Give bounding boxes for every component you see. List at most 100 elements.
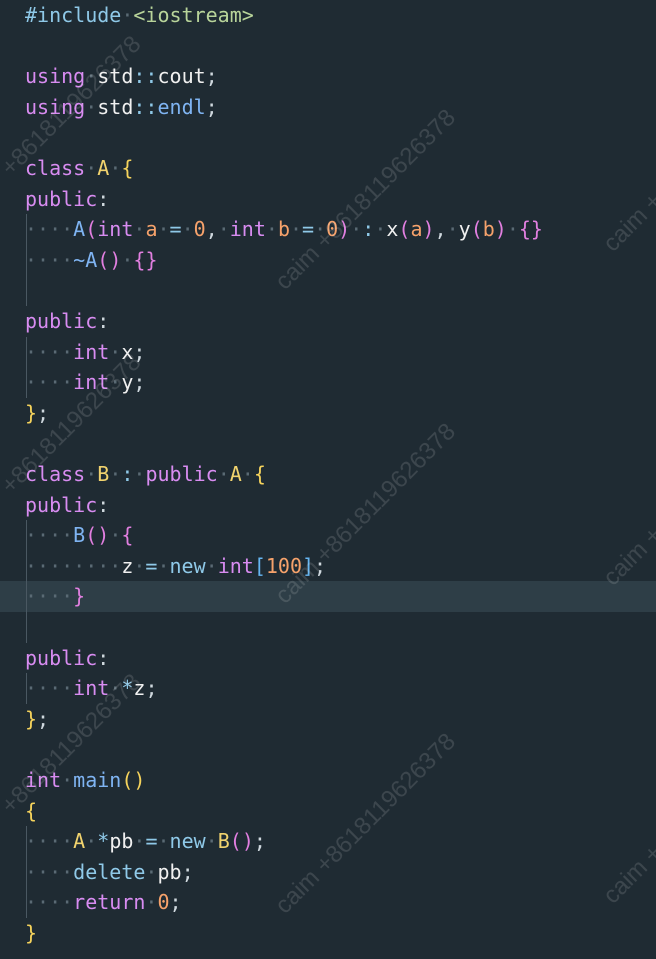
code-line[interactable]: ····int·*z;: [0, 673, 656, 704]
code-line[interactable]: [0, 122, 656, 153]
code-line[interactable]: public:: [0, 184, 656, 215]
code-token: 100: [265, 553, 302, 578]
code-line[interactable]: ········z·=·new·int[100];: [0, 550, 656, 582]
code-line[interactable]: [0, 428, 656, 459]
code-token: {: [121, 523, 134, 548]
code-token: ;: [253, 829, 266, 854]
code-token: ·: [217, 462, 230, 486]
code-token: new: [169, 829, 206, 854]
code-token: b: [482, 217, 495, 242]
code-token: ;: [133, 339, 146, 364]
code-token: ·: [350, 217, 363, 242]
code-line[interactable]: public:: [0, 490, 656, 521]
code-text: ····return·0;: [25, 887, 182, 918]
code-token: 0: [157, 890, 170, 915]
code-line[interactable]: {: [0, 796, 656, 827]
code-token: }: [25, 706, 38, 731]
code-token: {: [25, 798, 38, 823]
code-token: y: [458, 217, 471, 242]
code-token: (: [121, 768, 134, 792]
code-token: (: [470, 217, 483, 242]
code-token: :: [97, 309, 110, 333]
code-token: *: [121, 676, 134, 701]
code-token: <iostream>: [133, 3, 254, 27]
code-token: ····: [25, 676, 74, 701]
code-text: class·B·:·public·A·{: [25, 459, 266, 490]
code-token: A: [97, 156, 110, 180]
code-token: ····: [25, 829, 74, 854]
code-text: ····A(int·a·=·0,·int·b·=·0)·:·x(a),·y(b)…: [25, 214, 543, 245]
code-token: public: [25, 492, 98, 517]
code-line[interactable]: ····int·y;: [0, 367, 656, 398]
code-line[interactable]: ····delete·pb;: [0, 856, 656, 888]
code-text: };: [25, 704, 49, 735]
code-text: public:: [25, 490, 109, 521]
code-line[interactable]: [0, 31, 656, 62]
code-token: {}: [133, 247, 158, 272]
code-line[interactable]: int·main(): [0, 765, 656, 796]
code-line[interactable]: ····A(int·a·=·0,·int·b·=·0)·:·x(a),·y(b)…: [0, 214, 656, 245]
code-token: using: [25, 94, 86, 119]
code-text: {: [25, 796, 37, 827]
code-token: ;: [181, 859, 194, 884]
code-token: public: [25, 186, 98, 211]
code-token: ·: [217, 217, 230, 242]
code-line[interactable]: ····~A()·{}: [0, 244, 656, 276]
code-token: public: [25, 309, 98, 333]
code-line[interactable]: ····}: [0, 581, 656, 612]
code-token: ····: [25, 523, 74, 548]
code-line[interactable]: class·A·{: [0, 153, 656, 184]
code-text: };: [25, 398, 49, 429]
code-token: ·: [506, 217, 519, 242]
code-line[interactable]: };: [0, 398, 656, 429]
code-token: {}: [518, 217, 543, 242]
code-token: ]: [301, 553, 315, 578]
code-token: ·: [85, 829, 98, 854]
code-token: ;: [205, 64, 218, 89]
code-text: using·std::cout;: [25, 61, 218, 92]
code-line[interactable]: using·std::cout;: [0, 61, 656, 92]
code-token: ,: [205, 217, 218, 242]
code-line[interactable]: ····int·x;: [0, 336, 656, 368]
code-token: :: [121, 462, 134, 486]
code-token: main: [73, 768, 122, 792]
code-line[interactable]: ····return·0;: [0, 887, 656, 918]
code-line[interactable]: };: [0, 704, 656, 735]
code-token: new: [169, 553, 206, 578]
code-token: a: [410, 217, 423, 242]
code-token: (: [85, 217, 98, 242]
code-token: {: [121, 156, 134, 180]
code-line[interactable]: #include·<iostream>: [0, 0, 656, 31]
code-token: delete: [73, 859, 146, 884]
code-line[interactable]: public:: [0, 643, 656, 674]
code-token: =: [145, 553, 158, 578]
code-editor[interactable]: #include·<iostream>using·std::cout; using…: [0, 0, 656, 959]
code-token: ·: [109, 462, 122, 486]
code-token: ·: [289, 217, 303, 242]
code-token: ;: [133, 370, 146, 395]
code-token: class: [25, 156, 86, 180]
code-line[interactable]: }: [0, 918, 656, 949]
code-line[interactable]: [0, 734, 656, 765]
code-token: A: [73, 829, 86, 854]
code-token: int: [73, 676, 110, 701]
code-token: ·: [109, 156, 122, 180]
code-token: (: [97, 247, 110, 272]
code-line[interactable]: ····B()·{: [0, 520, 656, 551]
code-token: int: [97, 217, 134, 242]
code-token: ): [494, 217, 507, 242]
code-text: ····A·*pb·=·new·B();: [25, 826, 266, 857]
code-line[interactable]: [0, 612, 656, 643]
code-token: :: [97, 492, 110, 517]
code-token: ·: [205, 553, 218, 578]
code-line[interactable]: class·B·:·public·A·{: [0, 459, 656, 490]
code-token: [: [253, 553, 266, 578]
code-token: ····: [25, 339, 74, 364]
code-line[interactable]: using·std::endl;: [0, 92, 656, 123]
code-line[interactable]: ····A·*pb·=·new·B();: [0, 826, 656, 857]
code-token: B: [217, 829, 230, 854]
code-token: std: [97, 64, 134, 89]
code-line[interactable]: [0, 275, 656, 306]
code-text: ····int·y;: [25, 367, 145, 398]
code-line[interactable]: public:: [0, 306, 656, 337]
